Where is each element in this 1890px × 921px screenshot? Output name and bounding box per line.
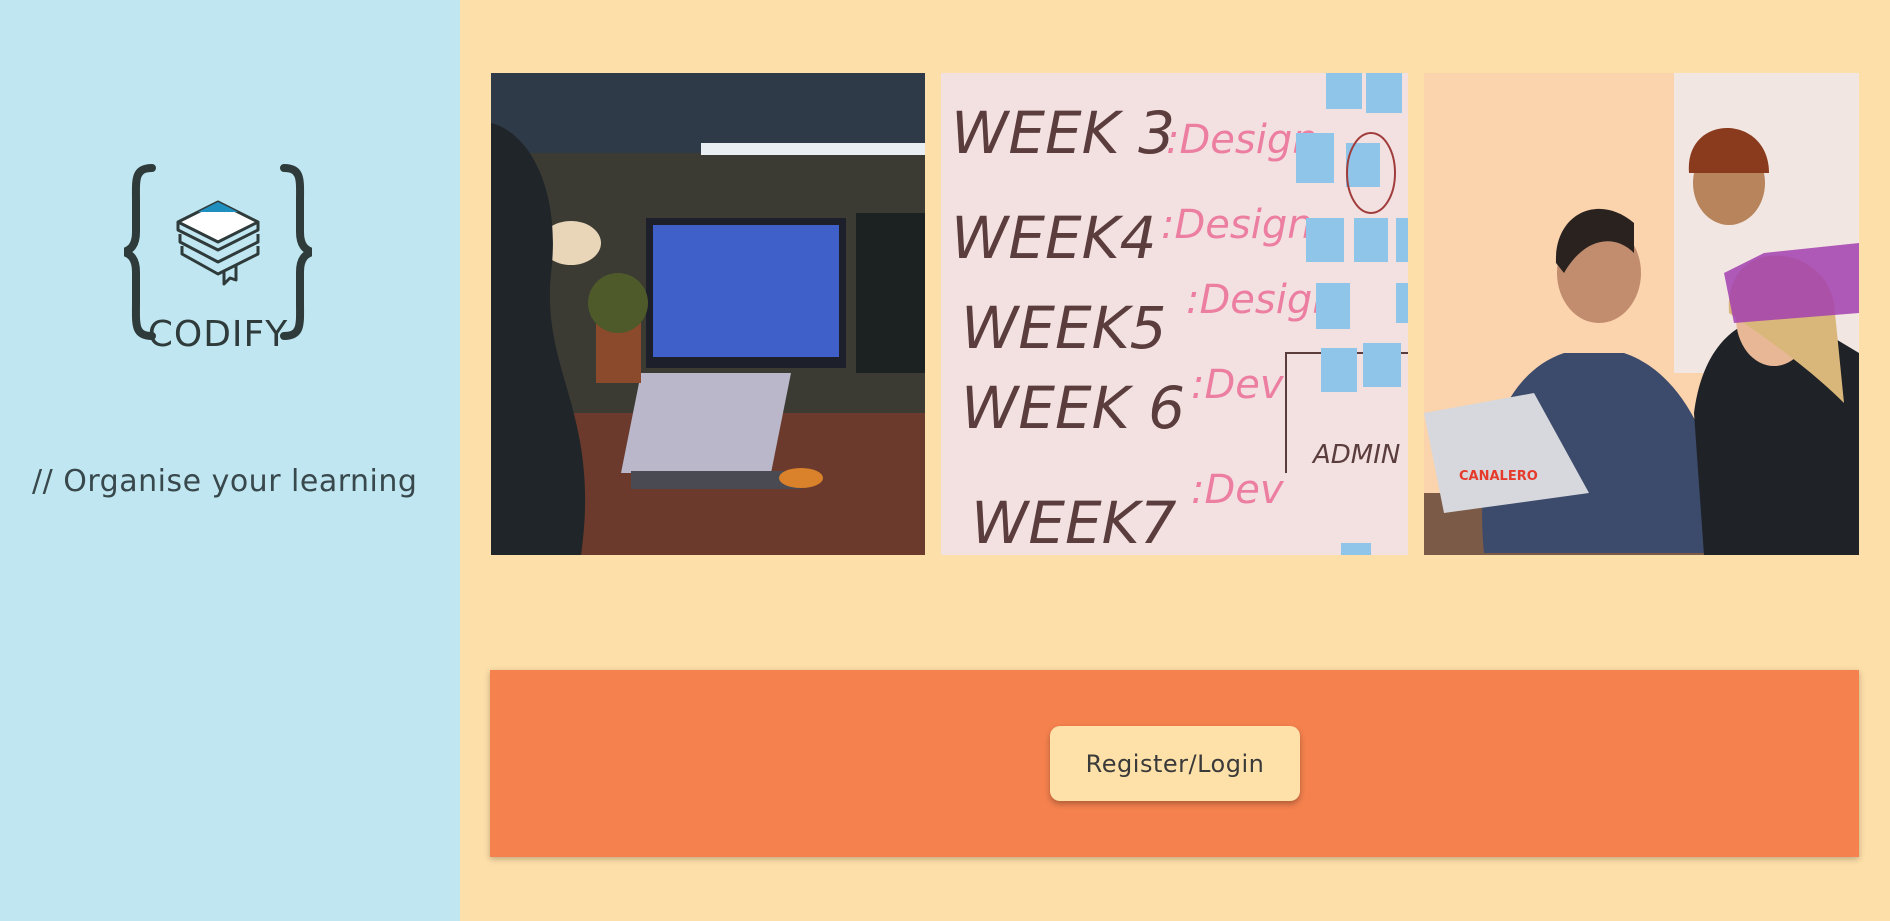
laptop-sticker: CANALERO: [1459, 469, 1538, 484]
whiteboard-line-2-role: :Design: [1161, 202, 1313, 248]
whiteboard-line-1-role: :Design: [1166, 117, 1318, 163]
whiteboard-line-4-role: :Dev: [1191, 362, 1285, 408]
whiteboard-line-5: WEEK7: [971, 489, 1177, 555]
register-login-button[interactable]: Register/Login: [1050, 726, 1300, 801]
team-at-laptop-photo: CANALERO: [1424, 73, 1859, 555]
person-coding-at-desk-photo: [491, 73, 925, 555]
landing-page: CODIFY // Organise your learning WEEK 3: [0, 0, 1890, 921]
whiteboard-line-2: WEEK4: [951, 204, 1157, 272]
whiteboard-line-1: WEEK 3: [951, 99, 1175, 167]
register-banner: Register/Login: [490, 670, 1859, 857]
whiteboard-line-3: WEEK5: [961, 294, 1167, 362]
whiteboard-admin-label: ADMIN: [1311, 440, 1400, 470]
sidebar: CODIFY // Organise your learning: [0, 0, 460, 921]
whiteboard-line-3-role: :Design: [1186, 277, 1338, 323]
whiteboard-line-4: WEEK 6: [961, 374, 1185, 442]
whiteboard-line-5-role: :Dev: [1191, 467, 1285, 513]
tagline: // Organise your learning: [32, 464, 418, 499]
brand-name: CODIFY: [147, 314, 289, 355]
whiteboard-week-plan-photo: WEEK 3 :Design WEEK4 :Design WEEK5 :Desi…: [941, 73, 1408, 555]
